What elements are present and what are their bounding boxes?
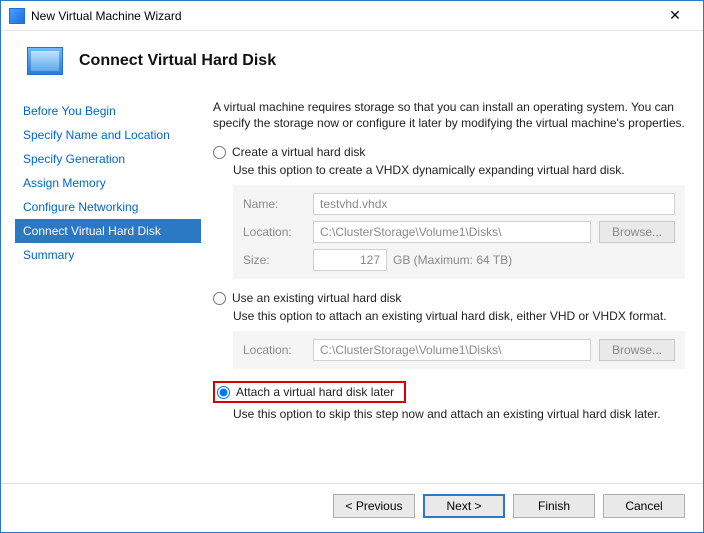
option-existing: Use an existing virtual hard disk Use th… xyxy=(213,291,685,369)
highlight-box: Attach a virtual hard disk later xyxy=(213,381,406,403)
option-create: Create a virtual hard disk Use this opti… xyxy=(213,145,685,279)
option-existing-label: Use an existing virtual hard disk xyxy=(232,291,401,305)
previous-button[interactable]: < Previous xyxy=(333,494,415,518)
finish-button[interactable]: Finish xyxy=(513,494,595,518)
window-title: New Virtual Machine Wizard xyxy=(31,9,655,23)
option-later-label: Attach a virtual hard disk later xyxy=(236,385,394,399)
location-label: Location: xyxy=(243,225,305,239)
option-existing-desc: Use this option to attach an existing vi… xyxy=(233,309,685,323)
radio-later[interactable] xyxy=(217,386,230,399)
browse-button-create: Browse... xyxy=(599,221,675,243)
titlebar: New Virtual Machine Wizard ✕ xyxy=(1,1,703,31)
create-form: Name: Location: Browse... Size: GB (Maxi… xyxy=(233,185,685,279)
app-icon xyxy=(9,8,25,24)
wizard-steps: Before You Begin Specify Name and Locati… xyxy=(15,95,201,483)
page-header: Connect Virtual Hard Disk xyxy=(1,31,703,95)
step-before-you-begin[interactable]: Before You Begin xyxy=(15,99,201,123)
name-input xyxy=(313,193,675,215)
size-label: Size: xyxy=(243,253,305,267)
step-summary[interactable]: Summary xyxy=(15,243,201,267)
option-create-desc: Use this option to create a VHDX dynamic… xyxy=(233,163,685,177)
option-later-desc: Use this option to skip this step now an… xyxy=(233,407,685,421)
step-assign-memory[interactable]: Assign Memory xyxy=(15,171,201,195)
vm-icon xyxy=(27,47,63,75)
intro-text: A virtual machine requires storage so th… xyxy=(213,99,685,131)
step-specify-generation[interactable]: Specify Generation xyxy=(15,147,201,171)
close-icon[interactable]: ✕ xyxy=(655,7,695,24)
option-create-row[interactable]: Create a virtual hard disk xyxy=(213,145,685,159)
option-existing-row[interactable]: Use an existing virtual hard disk xyxy=(213,291,685,305)
wizard-window: New Virtual Machine Wizard ✕ Connect Vir… xyxy=(0,0,704,533)
existing-location-label: Location: xyxy=(243,343,305,357)
option-later: Attach a virtual hard disk later Use thi… xyxy=(213,381,685,421)
step-connect-vhd[interactable]: Connect Virtual Hard Disk xyxy=(15,219,201,243)
option-later-row[interactable]: Attach a virtual hard disk later xyxy=(217,385,394,399)
radio-create[interactable] xyxy=(213,146,226,159)
existing-location-input xyxy=(313,339,591,361)
footer-buttons: < Previous Next > Finish Cancel xyxy=(1,483,703,532)
cancel-button[interactable]: Cancel xyxy=(603,494,685,518)
step-configure-networking[interactable]: Configure Networking xyxy=(15,195,201,219)
name-label: Name: xyxy=(243,197,305,211)
size-max: GB (Maximum: 64 TB) xyxy=(393,253,512,267)
next-button[interactable]: Next > xyxy=(423,494,505,518)
location-input xyxy=(313,221,591,243)
step-specify-name[interactable]: Specify Name and Location xyxy=(15,123,201,147)
size-input xyxy=(313,249,387,271)
content-panel: A virtual machine requires storage so th… xyxy=(201,95,685,483)
body: Before You Begin Specify Name and Locati… xyxy=(1,95,703,483)
browse-button-existing: Browse... xyxy=(599,339,675,361)
radio-existing[interactable] xyxy=(213,292,226,305)
page-title: Connect Virtual Hard Disk xyxy=(79,52,276,70)
existing-form: Location: Browse... xyxy=(233,331,685,369)
option-create-label: Create a virtual hard disk xyxy=(232,145,365,159)
